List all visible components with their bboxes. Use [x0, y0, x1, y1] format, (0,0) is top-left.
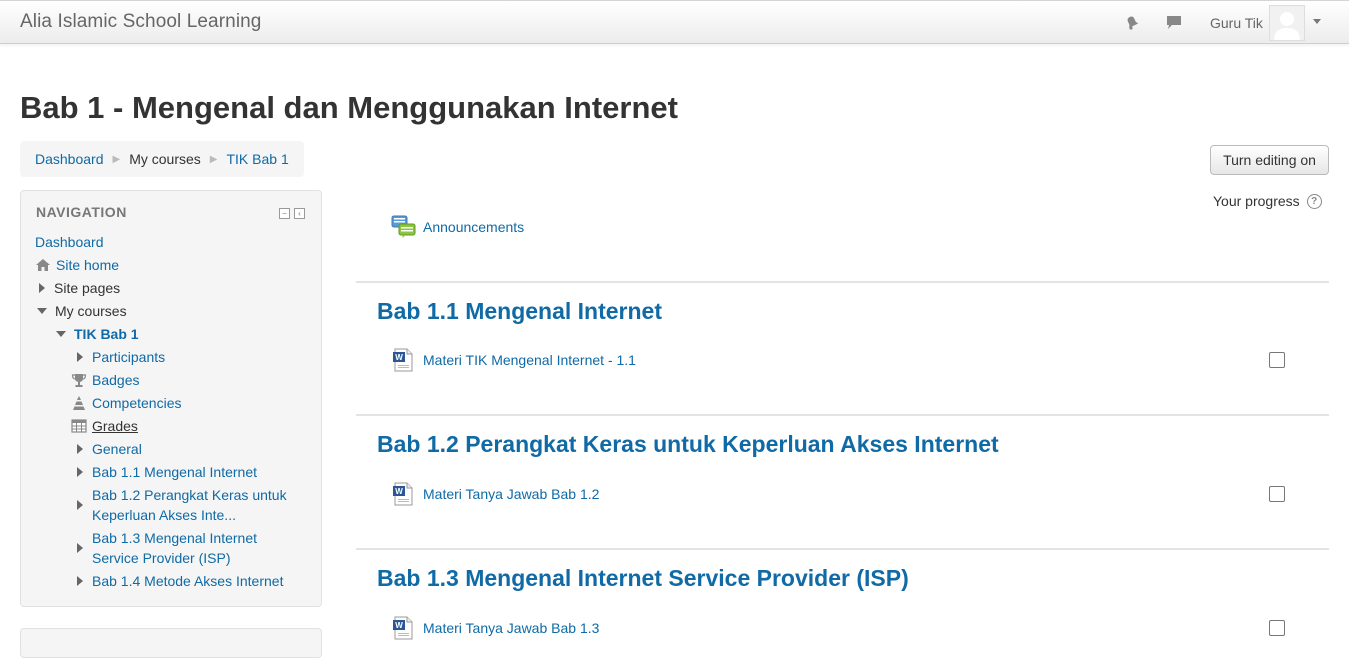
collapse-block-icon[interactable]: − [279, 208, 290, 219]
nav-item-label[interactable]: TIK Bab 1 [74, 324, 139, 344]
nav-item-label[interactable]: Grades [92, 416, 138, 436]
trophy-icon [71, 374, 87, 387]
breadcrumb-separator-icon: ▶ [209, 153, 218, 165]
nav-item-label-line: Bab 1.3 Mengenal Internet [92, 530, 258, 546]
section-divider [356, 414, 1329, 416]
nav-item-label[interactable]: Participants [92, 347, 165, 367]
expand-arrow-icon[interactable] [77, 352, 83, 362]
section-title[interactable]: Bab 1.2 Perangkat Keras untuk Keperluan … [377, 431, 999, 458]
expand-arrow-icon[interactable] [77, 543, 83, 553]
nav-item-label-line: Service Provider (ISP) [92, 550, 231, 566]
nav-item-label[interactable]: My courses [55, 301, 127, 321]
nav-item-label[interactable]: Bab 1.1 Mengenal Internet [92, 462, 257, 482]
svg-text:W: W [395, 487, 403, 496]
message-icon[interactable] [1165, 13, 1183, 31]
nav-item-participants[interactable]: Participants [77, 347, 165, 367]
completion-checkbox[interactable] [1269, 352, 1285, 368]
announcements-activity[interactable]: Announcements [391, 214, 524, 239]
collapse-arrow-icon[interactable] [56, 331, 66, 337]
section-title[interactable]: Bab 1.1 Mengenal Internet [377, 298, 662, 325]
nav-item-label-line: Bab 1.2 Perangkat Keras untuk [92, 487, 287, 503]
activity-link[interactable]: Materi Tanya Jawab Bab 1.3 [423, 620, 599, 636]
breadcrumb-separator-icon: ▶ [112, 153, 121, 165]
navigation-block: NAVIGATION − ‹ Dashboard Site home Site … [20, 190, 322, 607]
nav-item-label[interactable]: Competencies [92, 393, 182, 413]
breadcrumb: Dashboard ▶ My courses ▶ TIK Bab 1 [20, 141, 304, 177]
nav-item-section-1-2[interactable]: Bab 1.2 Perangkat Keras untuk Keperluan … [77, 485, 287, 525]
user-name[interactable]: Guru Tik [1210, 15, 1263, 31]
site-brand-link[interactable]: Alia Islamic School Learning [20, 11, 261, 33]
nav-item-dashboard[interactable]: Dashboard [35, 232, 104, 252]
expand-arrow-icon[interactable] [39, 283, 45, 293]
nav-item-course[interactable]: TIK Bab 1 [56, 324, 139, 344]
caret-down-icon[interactable] [1313, 19, 1321, 24]
nav-item-label[interactable]: Dashboard [35, 232, 104, 252]
help-icon[interactable]: ? [1306, 193, 1322, 209]
top-navbar: Alia Islamic School Learning Guru Tik [0, 0, 1349, 44]
nav-item-badges[interactable]: Badges [71, 370, 139, 390]
turn-editing-on-button[interactable]: Turn editing on [1210, 145, 1329, 175]
expand-arrow-icon[interactable] [77, 500, 83, 510]
nav-item-competencies[interactable]: Competencies [71, 393, 182, 413]
nav-item-label[interactable]: Bab 1.3 Mengenal Internet Service Provid… [92, 528, 257, 568]
nav-item-label[interactable]: Site home [56, 255, 119, 275]
grades-table-icon [71, 419, 87, 433]
nav-item-general[interactable]: General [77, 439, 142, 459]
nav-item-label[interactable]: Site pages [54, 278, 120, 298]
completion-checkbox[interactable] [1269, 486, 1285, 502]
nav-item-label[interactable]: Bab 1.2 Perangkat Keras untuk Keperluan … [92, 485, 287, 525]
user-silhouette-icon [1274, 12, 1300, 40]
expand-arrow-icon[interactable] [77, 444, 83, 454]
breadcrumb-my-courses[interactable]: My courses [129, 151, 201, 167]
dock-block-icon[interactable]: ‹ [294, 208, 305, 219]
word-document-icon: W [393, 482, 413, 506]
breadcrumb-course[interactable]: TIK Bab 1 [226, 151, 288, 167]
nav-item-label[interactable]: Bab 1.4 Metode Akses Internet [92, 571, 283, 591]
nav-item-label[interactable]: General [92, 439, 142, 459]
nav-item-site-pages[interactable]: Site pages [39, 278, 120, 298]
word-document-icon: W [393, 616, 413, 640]
nav-item-label-line: Keperluan Akses Inte... [92, 507, 236, 523]
forum-icon [391, 215, 416, 238]
activity-link[interactable]: Materi Tanya Jawab Bab 1.2 [423, 486, 599, 502]
expand-arrow-icon[interactable] [77, 467, 83, 477]
activity-item[interactable]: W Materi Tanya Jawab Bab 1.2 [392, 482, 599, 506]
expand-arrow-icon[interactable] [77, 576, 83, 586]
avatar[interactable] [1269, 5, 1305, 41]
activity-link[interactable]: Materi TIK Mengenal Internet - 1.1 [423, 352, 636, 368]
progress-label: Your progress [1213, 193, 1300, 209]
page-title: Bab 1 - Mengenal dan Menggunakan Interne… [20, 90, 678, 125]
section-divider [356, 548, 1329, 550]
activity-item[interactable]: W Materi TIK Mengenal Internet - 1.1 [392, 348, 636, 372]
nav-item-section-1-4[interactable]: Bab 1.4 Metode Akses Internet [77, 571, 283, 591]
word-document-icon: W [393, 348, 413, 372]
progress-indicator: Your progress ? [1213, 193, 1322, 209]
announcements-link[interactable]: Announcements [423, 219, 524, 235]
bell-icon[interactable] [1123, 13, 1141, 31]
home-icon [36, 259, 50, 271]
svg-text:W: W [395, 353, 403, 362]
breadcrumb-dashboard[interactable]: Dashboard [35, 151, 104, 167]
secondary-block [20, 628, 322, 658]
svg-text:W: W [395, 621, 403, 630]
competencies-icon [73, 396, 85, 410]
completion-checkbox[interactable] [1269, 620, 1285, 636]
section-divider [356, 281, 1329, 283]
nav-item-section-1-3[interactable]: Bab 1.3 Mengenal Internet Service Provid… [77, 528, 257, 568]
navigation-block-title: NAVIGATION [36, 204, 127, 220]
collapse-arrow-icon[interactable] [37, 308, 47, 314]
nav-item-section-1-1[interactable]: Bab 1.1 Mengenal Internet [77, 462, 257, 482]
nav-item-site-home[interactable]: Site home [35, 255, 119, 275]
nav-item-label[interactable]: Badges [92, 370, 139, 390]
activity-item[interactable]: W Materi Tanya Jawab Bab 1.3 [392, 616, 599, 640]
section-title[interactable]: Bab 1.3 Mengenal Internet Service Provid… [377, 565, 909, 592]
nav-item-my-courses[interactable]: My courses [37, 301, 127, 321]
nav-item-grades[interactable]: Grades [71, 416, 138, 436]
